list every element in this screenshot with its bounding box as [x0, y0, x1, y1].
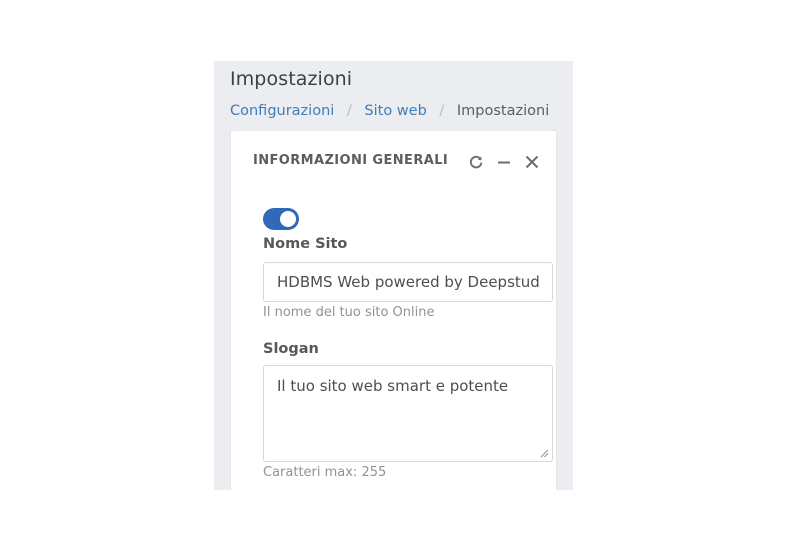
breadcrumb-separator: /: [346, 103, 352, 119]
site-name-help: Il nome del tuo sito Online: [263, 305, 435, 320]
refresh-button[interactable]: [465, 151, 487, 173]
breadcrumb-configurazioni[interactable]: Configurazioni: [230, 103, 334, 119]
slogan-label: Slogan: [263, 341, 319, 357]
toggle-knob: [280, 211, 296, 227]
minimize-button[interactable]: [493, 151, 515, 173]
general-info-card: INFORMAZIONI GENERALI Nome Sito HDBMS We…: [230, 130, 557, 490]
breadcrumb-sito-web[interactable]: Sito web: [364, 103, 426, 119]
card-title: INFORMAZIONI GENERALI: [253, 153, 449, 168]
card-tools: [465, 151, 549, 173]
site-name-input[interactable]: [263, 262, 553, 302]
breadcrumb-separator: /: [439, 103, 445, 119]
minimize-icon: [498, 161, 510, 164]
refresh-icon: [469, 155, 483, 169]
slogan-textarea[interactable]: Il tuo sito web smart e potente: [263, 365, 553, 462]
page-title: Impostazioni: [230, 68, 353, 90]
slogan-text: Il tuo sito web smart e potente: [277, 377, 509, 395]
settings-panel: Impostazioni Configurazioni / Sito web /…: [214, 61, 573, 490]
breadcrumb-current: Impostazioni: [456, 103, 550, 119]
slogan-help: Caratteri max: 255: [263, 465, 387, 480]
close-button[interactable]: [521, 151, 543, 173]
enabled-toggle[interactable]: [263, 208, 299, 230]
page: Impostazioni Configurazioni / Sito web /…: [0, 0, 787, 551]
close-icon: [525, 155, 539, 169]
resize-grip-icon[interactable]: [540, 449, 549, 458]
site-name-label: Nome Sito: [263, 236, 348, 252]
breadcrumb: Configurazioni / Sito web / Impostazioni: [230, 103, 549, 119]
